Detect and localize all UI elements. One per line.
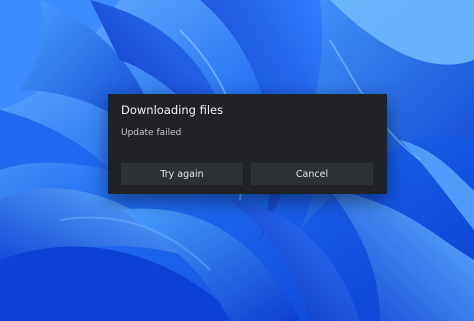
cancel-button[interactable]: Cancel <box>251 163 373 185</box>
download-dialog: Downloading files Update failed Try agai… <box>108 94 387 194</box>
dialog-title: Downloading files <box>121 103 224 117</box>
try-again-button[interactable]: Try again <box>121 163 243 185</box>
desktop: Downloading files Update failed Try agai… <box>0 0 474 321</box>
dialog-message: Update failed <box>121 128 182 138</box>
